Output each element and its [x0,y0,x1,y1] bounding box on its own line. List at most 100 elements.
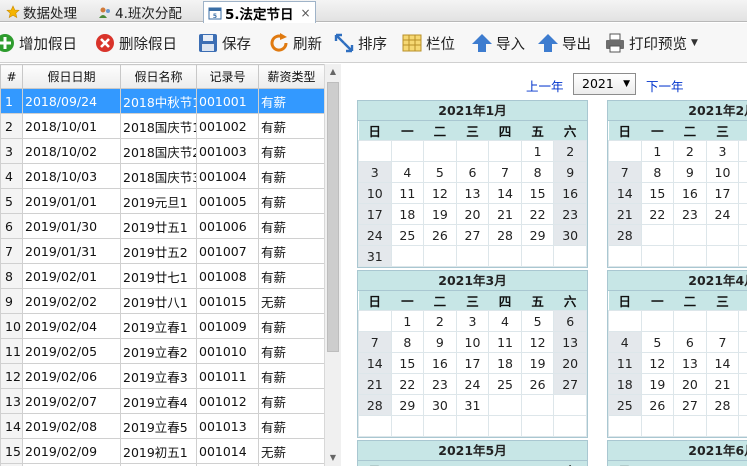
day-cell[interactable]: 14 [608,182,642,204]
cell-pay-type[interactable]: 有薪 [258,163,325,189]
day-cell[interactable]: 6 [455,161,490,183]
next-year-link[interactable]: 下一年 [646,76,684,95]
cell-record-no[interactable]: 001011 [196,363,259,389]
table-row[interactable]: 7 2019/01/31 2019廿五2 001007 有薪 [0,238,325,264]
cell-name[interactable]: 2019初五1 [120,438,197,464]
cell-index[interactable]: 8 [0,263,23,289]
close-icon[interactable]: × [301,6,311,20]
day-cell[interactable]: 3 [455,310,490,332]
day-cell[interactable]: 5 [423,161,457,183]
column-header-index[interactable]: # [0,64,23,89]
day-cell[interactable]: 10 [455,331,490,353]
day-cell[interactable]: 8 [738,331,747,353]
columns-button[interactable]: 栏位 [401,29,455,57]
day-cell[interactable]: 15 [738,352,747,374]
cell-index[interactable]: 4 [0,163,23,189]
day-cell[interactable]: 2 [553,140,587,162]
cell-name[interactable]: 2018国庆节2 [120,138,197,164]
day-cell[interactable]: 11 [488,331,522,353]
day-cell[interactable]: 25 [608,394,642,416]
day-cell[interactable]: 20 [553,352,587,374]
cell-date[interactable]: 2019/02/08 [22,413,121,439]
day-cell[interactable]: 17 [705,182,740,204]
day-cell[interactable]: 28 [358,394,392,416]
cell-record-no[interactable]: 001005 [196,188,259,214]
tab-data-processing[interactable]: 数据处理 [2,1,81,22]
day-cell[interactable]: 14 [705,352,740,374]
day-cell[interactable]: 9 [553,161,587,183]
cell-record-no[interactable]: 001013 [196,413,259,439]
day-cell[interactable]: 16 [553,182,587,204]
day-cell[interactable]: 27 [553,373,587,395]
day-cell[interactable]: 21 [358,373,392,395]
table-row[interactable]: 11 2019/02/05 2019立春2 001010 有薪 [0,338,325,364]
scroll-up-icon[interactable]: ▲ [325,64,341,80]
day-cell[interactable]: 28 [488,224,522,246]
day-cell[interactable]: 27 [455,224,490,246]
cell-record-no[interactable]: 001009 [196,313,259,339]
table-row[interactable]: 13 2019/02/07 2019立春4 001012 有薪 [0,388,325,414]
column-header-pay-type[interactable]: 薪资类型 [258,64,325,89]
day-cell[interactable]: 13 [553,331,587,353]
cell-index[interactable]: 12 [0,363,23,389]
day-cell[interactable]: 10 [705,161,740,183]
cell-date[interactable]: 2018/10/01 [22,113,121,139]
day-cell[interactable]: 22 [640,203,675,225]
cell-record-no[interactable]: 001006 [196,213,259,239]
cell-index[interactable]: 10 [0,313,23,339]
prev-year-link[interactable]: 上一年 [526,76,564,95]
day-cell[interactable]: 7 [705,331,740,353]
day-cell[interactable]: 24 [705,203,740,225]
table-row[interactable]: 9 2019/02/02 2019廿八1 001015 无薪 [0,288,325,314]
table-row[interactable]: 8 2019/02/01 2019廿七1 001008 有薪 [0,263,325,289]
cell-record-no[interactable]: 001008 [196,263,259,289]
cell-pay-type[interactable]: 有薪 [258,88,325,114]
day-cell[interactable]: 13 [455,182,490,204]
day-cell[interactable]: 31 [358,245,392,267]
day-cell[interactable]: 7 [358,331,392,353]
cell-pay-type[interactable]: 有薪 [258,188,325,214]
cell-name[interactable]: 2019立春2 [120,338,197,364]
day-cell[interactable]: 10 [358,182,392,204]
cell-index[interactable]: 13 [0,388,23,414]
day-cell[interactable]: 28 [608,224,642,246]
day-cell[interactable]: 4 [390,161,425,183]
refresh-button[interactable]: 刷新 [268,29,322,57]
day-cell[interactable]: 15 [520,182,555,204]
cell-pay-type[interactable]: 无薪 [258,438,325,464]
cell-pay-type[interactable]: 有薪 [258,363,325,389]
cell-name[interactable]: 2018中秋节1 [120,88,197,114]
day-cell[interactable]: 8 [390,331,425,353]
scroll-down-icon[interactable]: ▼ [325,450,341,466]
day-cell[interactable]: 26 [640,394,675,416]
day-cell[interactable]: 22 [520,203,555,225]
day-cell[interactable]: 28 [705,394,740,416]
day-cell[interactable]: 1 [738,310,747,332]
day-cell[interactable]: 14 [488,182,522,204]
cell-record-no[interactable]: 001012 [196,388,259,414]
day-cell[interactable]: 18 [488,352,522,374]
day-cell[interactable]: 2 [423,310,457,332]
cell-pay-type[interactable]: 有薪 [258,263,325,289]
cell-name[interactable]: 2018国庆节3 [120,163,197,189]
table-row[interactable]: 2 2018/10/01 2018国庆节1 001002 有薪 [0,113,325,139]
cell-index[interactable]: 3 [0,138,23,164]
day-cell[interactable]: 19 [640,373,675,395]
cell-record-no[interactable]: 001007 [196,238,259,264]
table-row[interactable]: 14 2019/02/08 2019立春5 001013 有薪 [0,413,325,439]
cell-name[interactable]: 2019廿五2 [120,238,197,264]
chevron-down-icon[interactable]: ▼ [691,38,698,48]
day-cell[interactable]: 31 [455,394,490,416]
day-cell[interactable]: 29 [738,394,747,416]
day-cell[interactable]: 19 [520,352,555,374]
day-cell[interactable]: 18 [608,373,642,395]
cell-index[interactable]: 14 [0,413,23,439]
cell-name[interactable]: 2019立春5 [120,413,197,439]
cell-date[interactable]: 2019/02/05 [22,338,121,364]
cell-index[interactable]: 11 [0,338,23,364]
day-cell[interactable]: 17 [455,352,490,374]
column-header-date[interactable]: 假日日期 [22,64,121,89]
cell-date[interactable]: 2019/02/02 [22,288,121,314]
cell-pay-type[interactable]: 有薪 [258,213,325,239]
export-button[interactable]: 导出 [537,29,591,57]
